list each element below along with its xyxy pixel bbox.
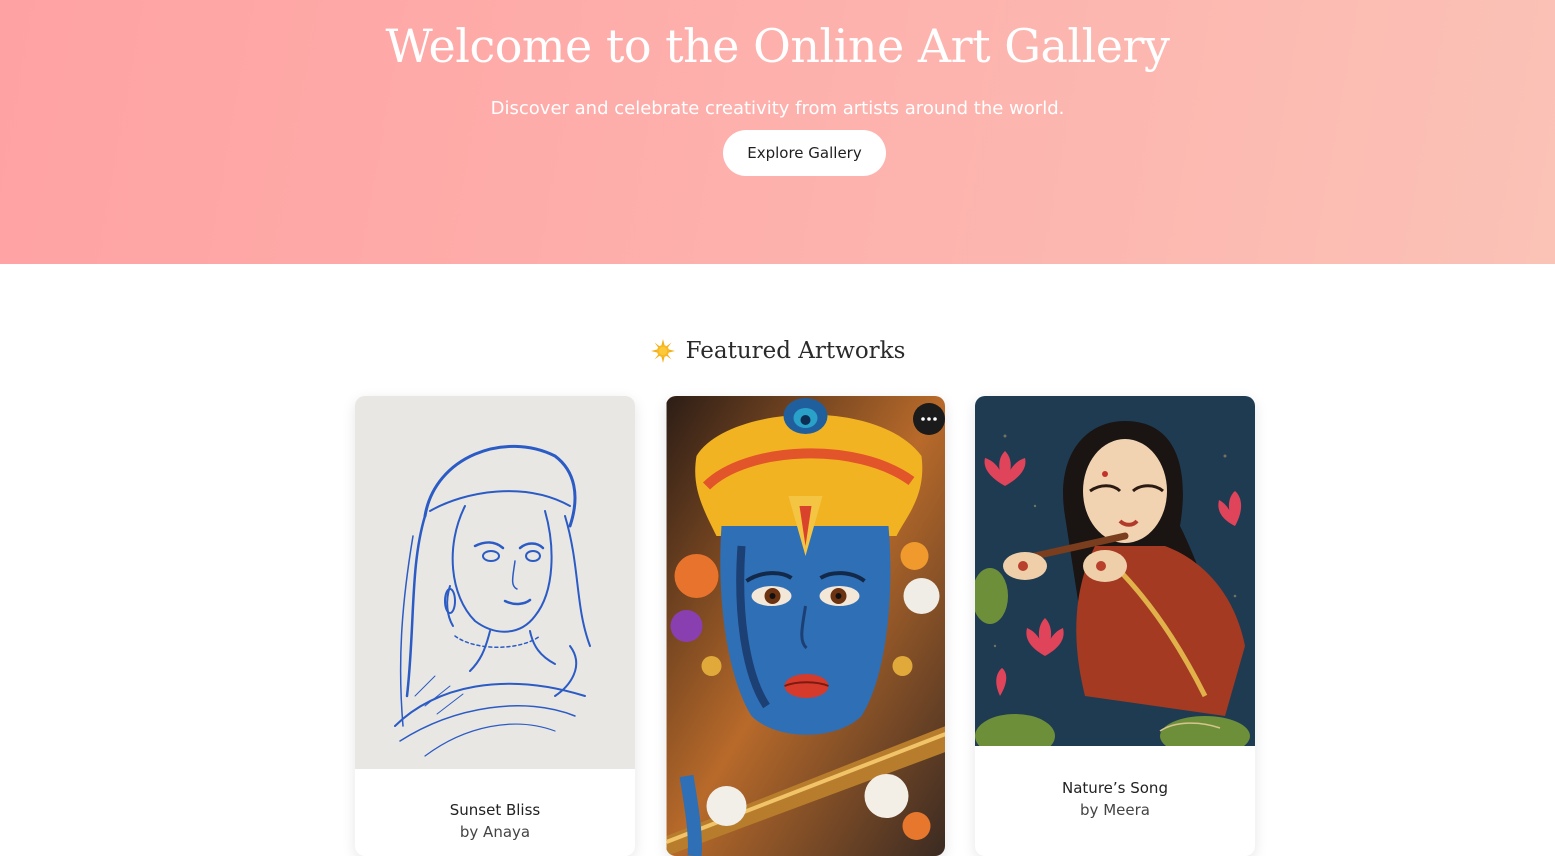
artwork-image — [666, 396, 945, 856]
artwork-title: Sunset Bliss — [449, 801, 541, 819]
artwork-caption: Sunset Bliss by Anaya — [355, 799, 635, 843]
hero-title: Welcome to the Online Art Gallery — [385, 19, 1171, 73]
artwork-card[interactable] — [666, 396, 945, 856]
artwork-caption: Nature’s Song by Meera — [975, 777, 1255, 821]
section-heading: Featured Artworks — [0, 334, 1555, 368]
artwork-card[interactable]: Nature’s Song by Meera — [975, 396, 1255, 856]
section-title: Featured Artworks — [685, 338, 906, 364]
artwork-title: Nature’s Song — [1062, 779, 1168, 797]
artwork-image — [975, 396, 1255, 746]
hero-banner: Welcome to the Online Art Gallery Discov… — [0, 0, 1555, 264]
artwork-image — [355, 396, 635, 769]
artwork-card[interactable]: Sunset Bliss by Anaya — [355, 396, 635, 856]
sparkle-sun-icon — [650, 339, 675, 363]
more-horizontal-icon — [921, 417, 937, 421]
hero-subtitle: Discover and celebrate creativity from a… — [490, 98, 1065, 119]
artwork-artist: by Anaya — [459, 823, 531, 841]
artwork-artist: by Meera — [1080, 801, 1150, 819]
explore-gallery-button[interactable]: Explore Gallery — [723, 130, 886, 176]
more-options-button[interactable] — [913, 403, 945, 435]
